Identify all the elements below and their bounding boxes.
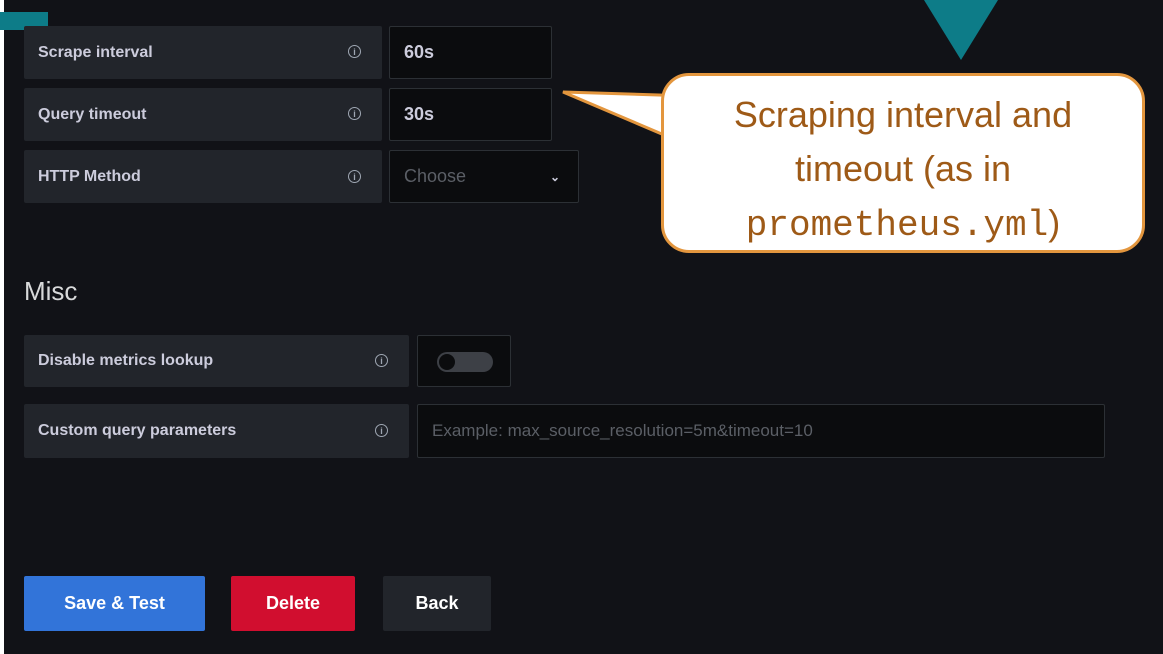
callout-code: prometheus.yml bbox=[745, 205, 1049, 246]
callout-suffix: ) bbox=[1048, 202, 1061, 243]
annotation-callout: Scraping interval and timeout (as in pro… bbox=[661, 73, 1145, 253]
callout-line-2: timeout (as in bbox=[794, 148, 1012, 189]
callout-line-3: prometheus.yml) bbox=[664, 196, 1142, 253]
callout-line-1: Scraping interval and bbox=[733, 94, 1073, 135]
